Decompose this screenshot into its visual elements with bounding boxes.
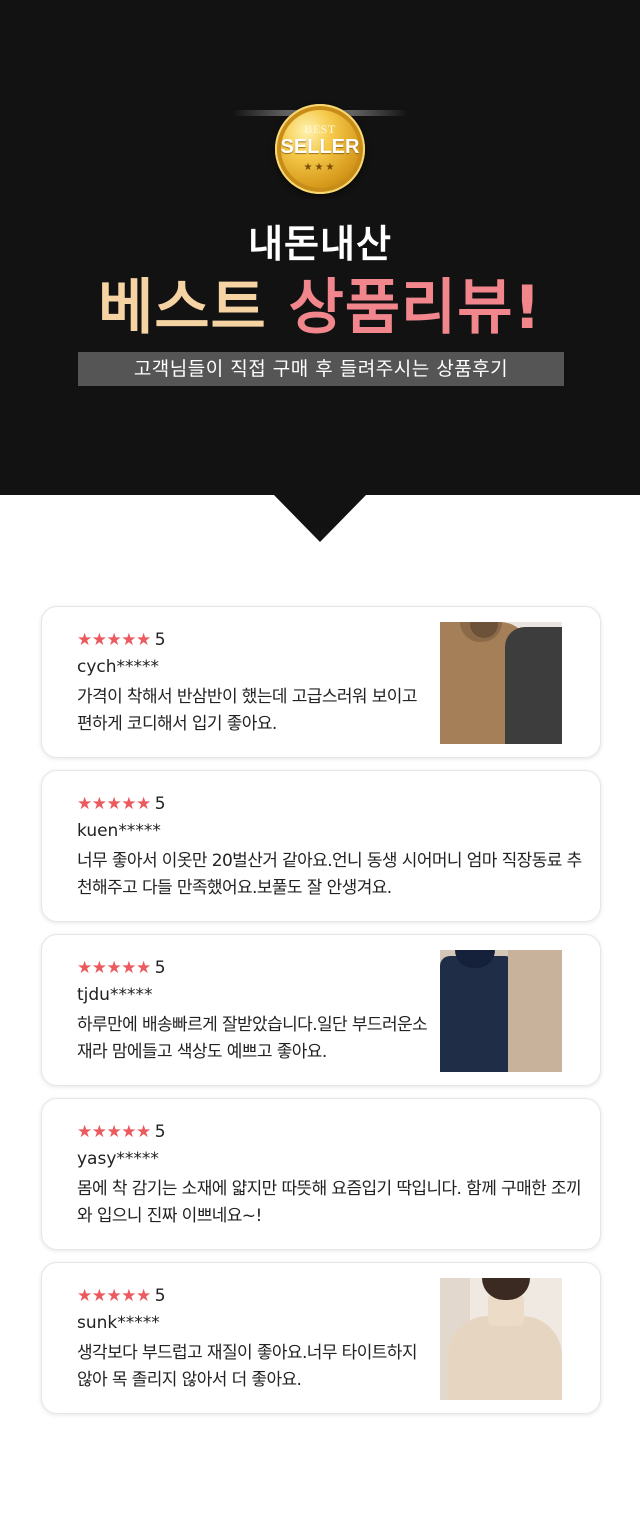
star-rating-icon: ★★★★★ bbox=[77, 1122, 151, 1142]
star-rating-icon: ★★★★★ bbox=[77, 1286, 151, 1306]
hero-title-part1: 베스트 bbox=[98, 273, 267, 343]
star-rating-icon: ★★★★★ bbox=[77, 630, 151, 650]
rating-score: 5 bbox=[154, 794, 166, 814]
rating-score: 5 bbox=[154, 1122, 166, 1142]
review-card: ★★★★★ 5 sunk***** 생각보다 부드럽고 재질이 좋아요.너무 타이… bbox=[41, 1262, 601, 1414]
hero-banner: BEST SELLER ★★★ 내돈내산 베스트 상품리뷰! 고객님들이 직접 … bbox=[0, 0, 640, 495]
review-thumbnail[interactable] bbox=[440, 622, 562, 744]
review-text: 하루만에 배송빠르게 잘받았습니다.일단 부드러운소재라 맘에들고 색상도 예쁘… bbox=[77, 1015, 428, 1062]
rating-score: 5 bbox=[154, 630, 166, 650]
hero-subtitle: 고객님들이 직접 구매 후 들려주시는 상품후기 bbox=[78, 352, 564, 386]
review-card: ★★★★★ 5 tjdu***** 하루만에 배송빠르게 잘받았습니다.일단 부드… bbox=[41, 934, 601, 1086]
rating: ★★★★★ 5 bbox=[77, 958, 166, 978]
star-rating-icon: ★★★★★ bbox=[77, 794, 151, 814]
star-rating-icon: ★★★★★ bbox=[77, 958, 151, 978]
rating-score: 5 bbox=[154, 1286, 166, 1306]
hero-arrow-pointer bbox=[273, 494, 367, 542]
review-card: ★★★★★ 5 kuen***** 너무 좋아서 이옷만 20벌산거 같아요.언니… bbox=[41, 770, 601, 922]
review-text: 몸에 착 감기는 소재에 얇지만 따뜻해 요즘입기 딱입니다. 함께 구매한 조… bbox=[77, 1179, 582, 1226]
reviewer-name: cych***** bbox=[77, 657, 160, 677]
rating: ★★★★★ 5 bbox=[77, 630, 166, 650]
review-card: ★★★★★ 5 cych***** 가격이 착해서 반삼반이 했는데 고급스러워 … bbox=[41, 606, 601, 758]
hero-title-part2: 상품리뷰! bbox=[288, 273, 542, 343]
review-text: 너무 좋아서 이옷만 20벌산거 같아요.언니 동생 시어머니 엄마 직장동료 … bbox=[77, 851, 582, 898]
review-card: ★★★★★ 5 yasy***** 몸에 착 감기는 소재에 얇지만 따뜻해 요즘… bbox=[41, 1098, 601, 1250]
review-text: 가격이 착해서 반삼반이 했는데 고급스러워 보이고 편하게 코디해서 입기 좋… bbox=[77, 687, 417, 734]
reviewer-name: tjdu***** bbox=[77, 985, 153, 1005]
hero-title: 베스트 상품리뷰! bbox=[0, 270, 640, 346]
review-thumbnail[interactable] bbox=[440, 950, 562, 1072]
best-seller-badge-icon: BEST SELLER ★★★ bbox=[275, 104, 365, 194]
rating: ★★★★★ 5 bbox=[77, 1122, 166, 1142]
reviewer-name: yasy***** bbox=[77, 1149, 159, 1169]
badge-stars: ★★★ bbox=[303, 162, 337, 173]
reviewer-name: kuen***** bbox=[77, 821, 161, 841]
badge-top-text: BEST bbox=[304, 122, 336, 136]
review-thumbnail[interactable] bbox=[440, 1278, 562, 1400]
badge-main-text: SELLER bbox=[280, 136, 360, 158]
reviewer-name: sunk***** bbox=[77, 1313, 160, 1333]
hero-brand: 내돈내산 bbox=[248, 222, 392, 266]
rating: ★★★★★ 5 bbox=[77, 1286, 166, 1306]
rating-score: 5 bbox=[154, 958, 166, 978]
rating: ★★★★★ 5 bbox=[77, 794, 166, 814]
review-text: 생각보다 부드럽고 재질이 좋아요.너무 타이트하지 않아 목 졸리지 않아서 … bbox=[77, 1343, 417, 1390]
